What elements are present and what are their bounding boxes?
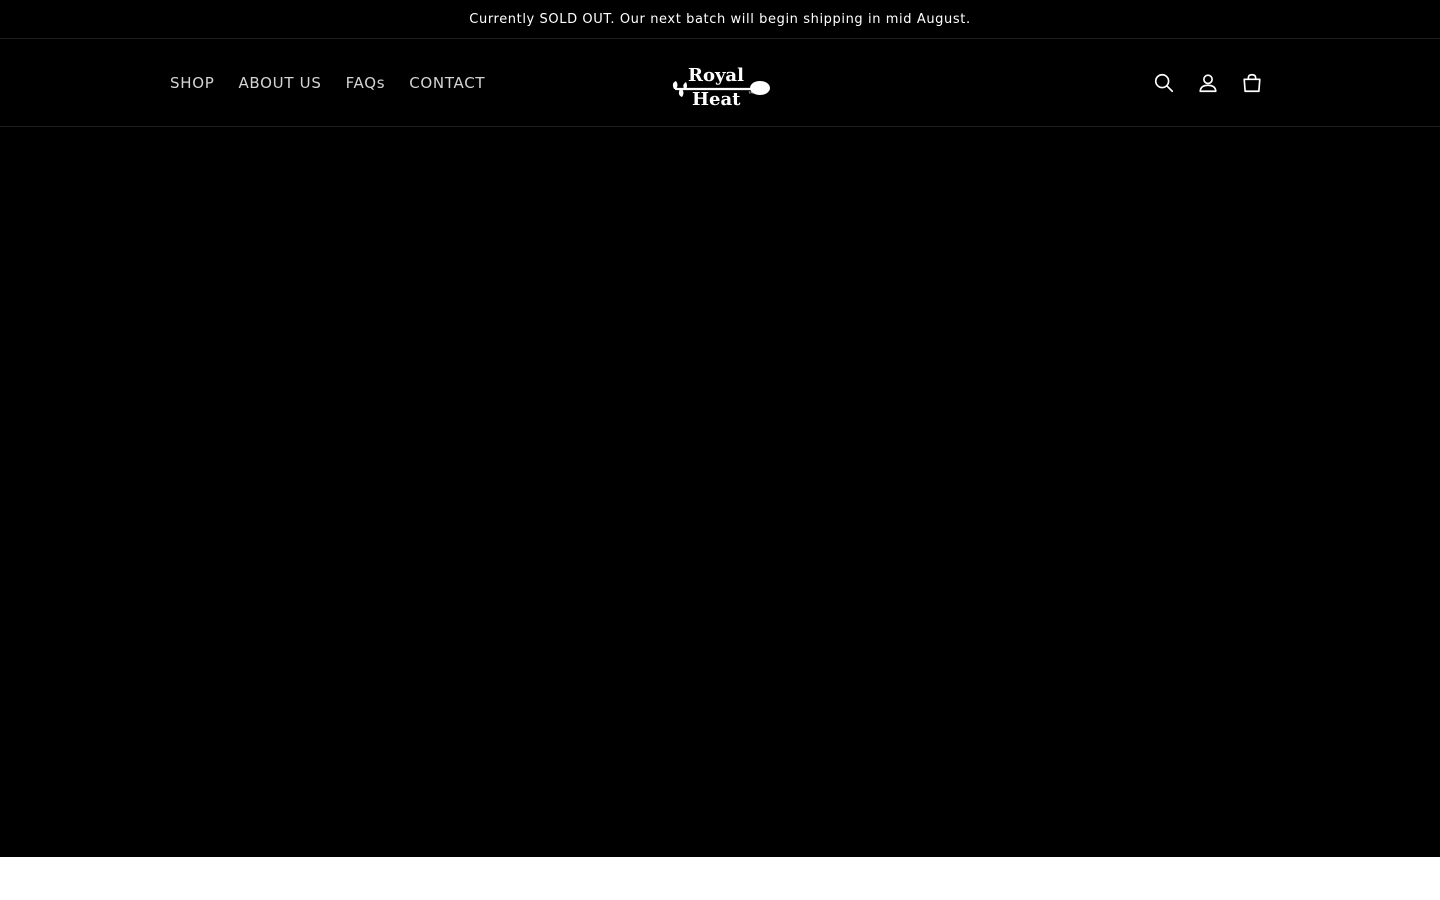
nav-link-about-us[interactable]: ABOUT US — [226, 66, 333, 100]
account-button[interactable] — [1186, 61, 1230, 105]
header-icons — [1142, 39, 1274, 126]
nav-link-contact[interactable]: CONTACT — [397, 66, 497, 100]
hero-banner — [0, 127, 1440, 857]
cart-icon — [1243, 73, 1261, 92]
main-nav: SHOP ABOUT US FAQs CONTACT — [158, 39, 497, 126]
account-icon — [1199, 73, 1217, 92]
search-button[interactable] — [1142, 61, 1186, 105]
logo-text-heat: Heat — [692, 89, 741, 109]
site-header: SHOP ABOUT US FAQs CONTACT Royal Heat ™ — [0, 39, 1440, 127]
announcement-bar: Currently SOLD OUT. Our next batch will … — [0, 0, 1440, 39]
search-icon — [1154, 73, 1174, 92]
cart-button[interactable] — [1230, 61, 1274, 105]
page-content-below — [0, 857, 1440, 900]
logo-text-royal: Royal — [688, 65, 744, 86]
page: Currently SOLD OUT. Our next batch will … — [0, 0, 1440, 900]
nav-link-shop[interactable]: SHOP — [158, 66, 226, 100]
nav-link-faqs[interactable]: FAQs — [334, 66, 398, 100]
royal-heat-logo[interactable]: Royal Heat ™ — [670, 61, 772, 110]
logo-mark: Royal Heat ™ — [672, 65, 770, 110]
announcement-text: Currently SOLD OUT. Our next batch will … — [469, 11, 971, 27]
